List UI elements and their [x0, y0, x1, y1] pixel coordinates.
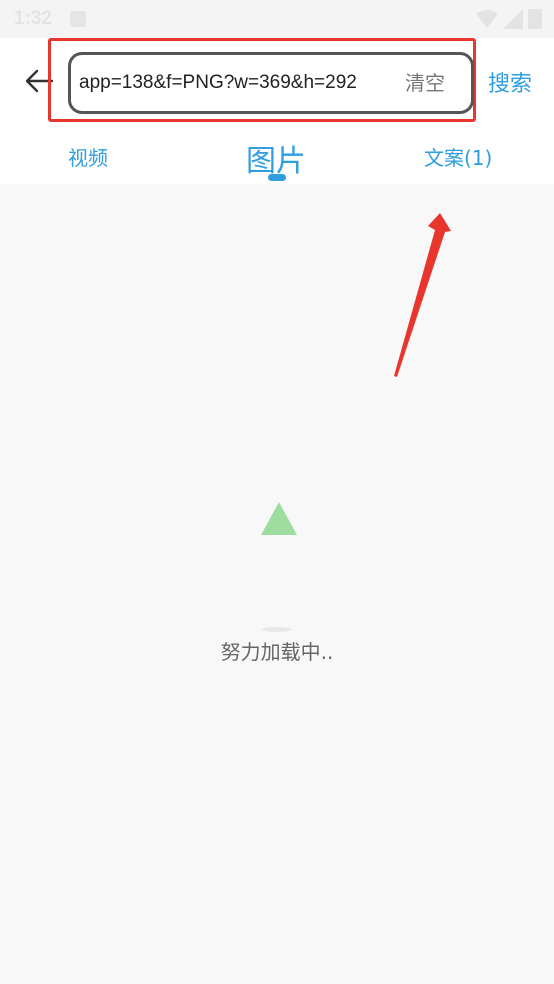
tab-text[interactable]: 文案(1)	[424, 142, 492, 171]
tab-video[interactable]: 视频	[68, 142, 108, 171]
search-input[interactable]	[79, 55, 385, 111]
signal-icon	[503, 9, 523, 29]
search-box: 清空	[68, 52, 474, 114]
battery-icon	[528, 9, 542, 29]
clear-button[interactable]: 清空	[405, 55, 445, 111]
status-time: 1:32	[14, 8, 53, 29]
search-button[interactable]: 搜索	[488, 66, 532, 98]
notification-icon	[70, 11, 86, 27]
active-tab-indicator	[268, 174, 286, 181]
loading-shadow	[262, 627, 292, 632]
status-bar: 1:32	[0, 0, 554, 38]
search-header: 清空 搜索 视频 图片 文案(1)	[0, 38, 554, 184]
loading-spinner-icon	[261, 502, 297, 535]
annotation-arrow	[394, 213, 451, 377]
wifi-icon	[476, 10, 498, 28]
loading-text: 努力加载中..	[220, 640, 334, 664]
